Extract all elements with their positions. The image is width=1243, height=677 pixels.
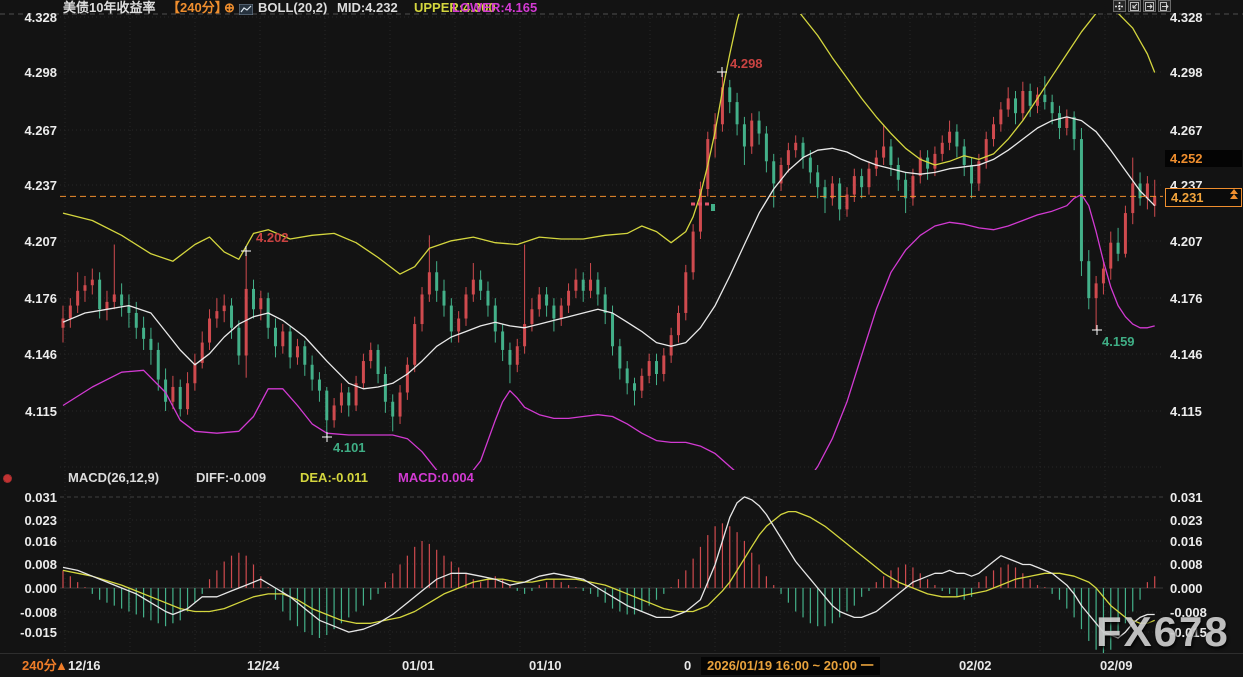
left-axis-label: 4.267 [0,124,57,137]
instrument-title: 美债10年收益率 [63,1,155,14]
chart-canvas[interactable] [0,0,1243,677]
period-label: 【240分】 [167,1,228,14]
right-axis-label: 4.207 [1170,235,1242,248]
right-axis-label: 0.031 [1170,491,1242,504]
right-axis-label: 0.023 [1170,514,1242,527]
right-axis-label: 4.298 [1170,66,1242,79]
period-selector[interactable]: 240分 [22,659,57,673]
crosshair-date-label: 2026/01/19 16:00 ~ 20:00 一 [701,657,880,675]
date-axis-label: 12/24 [247,659,280,673]
right-axis-label: 4.328 [1170,11,1242,24]
macd-diff-value: DIFF:-0.009 [196,471,266,484]
boll-lower-value: LOWER:4.165 [452,1,537,14]
date-axis-label: 01/01 [402,659,435,673]
right-axis-label: 4.267 [1170,124,1242,137]
right-axis-label: 4.176 [1170,292,1242,305]
left-axis-label: 0.000 [0,582,57,595]
add-indicator-icon[interactable]: ⊕ [224,1,235,14]
low-price-annotation: 4.159 [1102,335,1135,348]
high-price-annotation: 4.202 [256,231,289,244]
left-axis-label: 4.298 [0,66,57,79]
scroll-left-icon[interactable] [1143,0,1156,12]
left-axis-label: 4.207 [0,235,57,248]
date-axis-label: 12/16 [68,659,101,673]
session-high-tag: 4.252 [1165,150,1242,167]
crosshair-zero-label: 0 [684,659,691,673]
low-price-annotation: 4.101 [333,441,366,454]
macd-macd-value: MACD:0.004 [398,471,474,484]
high-price-annotation: 4.298 [730,57,763,70]
macd-indicator-label: MACD(26,12,9) [68,471,159,484]
pan-tool-icon[interactable] [1113,0,1126,12]
left-axis-label: 4.146 [0,348,57,361]
left-axis-label: 4.176 [0,292,57,305]
right-axis-label: 0.000 [1170,582,1242,595]
right-axis-label: 0.016 [1170,535,1242,548]
go-to-latest-icon[interactable] [1158,0,1171,12]
period-up-arrow-icon[interactable]: ▲ [55,659,68,673]
left-axis-label: -0.008 [0,606,57,619]
left-axis-label: 4.328 [0,11,57,24]
left-axis-label: 0.031 [0,491,57,504]
watermark: FX678 [1096,610,1230,654]
left-axis-label: 0.023 [0,514,57,527]
date-axis-label: 02/09 [1100,659,1133,673]
right-axis-label: 4.146 [1170,348,1242,361]
chart-window: 美债10年收益率 【240分】 ⊕ BOLL(20,2) MID:4.232 U… [0,0,1243,677]
chart-type-icon[interactable] [239,2,253,20]
left-axis-label: 4.115 [0,405,57,418]
time-axis-bar: 240分 ▲ 0 2026/01/19 16:00 ~ 20:00 一 12/1… [0,653,1243,677]
boll-indicator-label: BOLL(20,2) [258,1,327,14]
boll-mid-value: MID:4.232 [337,1,398,14]
indicator-settings-icon[interactable] [3,474,12,483]
right-axis-label: 4.115 [1170,405,1242,418]
left-axis-label: 0.008 [0,558,57,571]
date-axis-label: 01/10 [529,659,562,673]
price-up-arrows-icon [1230,189,1238,199]
right-axis-label: 0.008 [1170,558,1242,571]
date-axis-label: 02/02 [959,659,992,673]
macd-dea-value: DEA:-0.011 [300,471,368,484]
left-axis-label: 4.237 [0,179,57,192]
fit-view-icon[interactable] [1128,0,1141,12]
chart-toolbar [1113,0,1171,12]
left-axis-label: -0.015 [0,626,57,639]
left-axis-label: 0.016 [0,535,57,548]
